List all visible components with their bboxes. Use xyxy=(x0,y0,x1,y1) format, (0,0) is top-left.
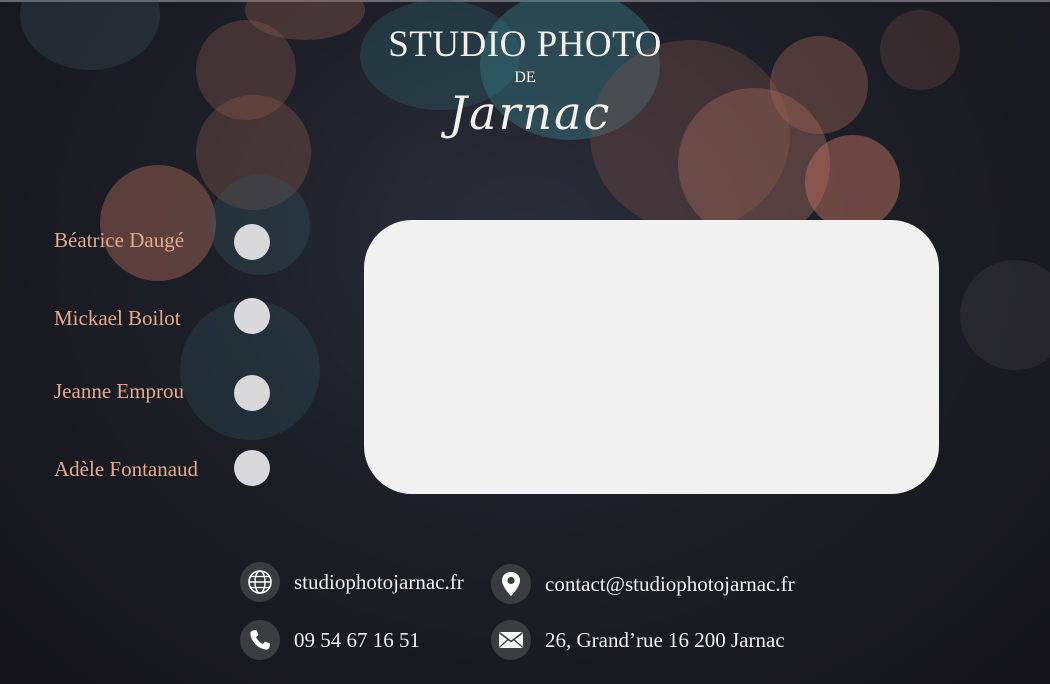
envelope-icon xyxy=(491,620,531,660)
globe-icon xyxy=(240,562,280,602)
bokeh-light xyxy=(805,135,900,230)
logo-title: STUDIO PHOTO xyxy=(388,24,662,65)
address-text: 26, Grand’rue 16 200 Jarnac xyxy=(545,627,785,652)
logo-de: DE xyxy=(514,69,536,86)
staff-radio-1[interactable] xyxy=(234,298,270,334)
staff-name-3: Adèle Fontanaud xyxy=(54,457,199,481)
email-contact[interactable]: contact@studiophotojarnac.fr xyxy=(491,564,795,604)
phone-text: 09 54 67 16 51 xyxy=(294,627,420,652)
staff-name-1: Mickael Boilot xyxy=(54,306,181,330)
staff-radio-2[interactable] xyxy=(234,375,270,411)
phone-icon xyxy=(240,620,280,660)
phone-contact[interactable]: 09 54 67 16 51 xyxy=(240,620,420,660)
website-text: studiophotojarnac.fr xyxy=(294,569,464,594)
email-text: contact@studiophotojarnac.fr xyxy=(545,571,795,596)
bokeh-light xyxy=(100,165,216,281)
content-panel xyxy=(364,220,939,494)
location-pin-icon xyxy=(491,564,531,604)
bokeh-light xyxy=(960,260,1050,370)
staff-name-2: Jeanne Emprou xyxy=(54,379,185,403)
staff-radio-3[interactable] xyxy=(234,450,270,486)
address-contact[interactable]: 26, Grand’rue 16 200 Jarnac xyxy=(491,620,785,660)
staff-name-0: Béatrice Daugé xyxy=(54,228,185,252)
logo-script: Jarnac xyxy=(448,86,612,140)
website-contact[interactable]: studiophotojarnac.fr xyxy=(240,562,464,602)
staff-radio-0[interactable] xyxy=(234,224,270,260)
studio-logo: STUDIO PHOTO DE Jarnac xyxy=(0,24,1050,138)
